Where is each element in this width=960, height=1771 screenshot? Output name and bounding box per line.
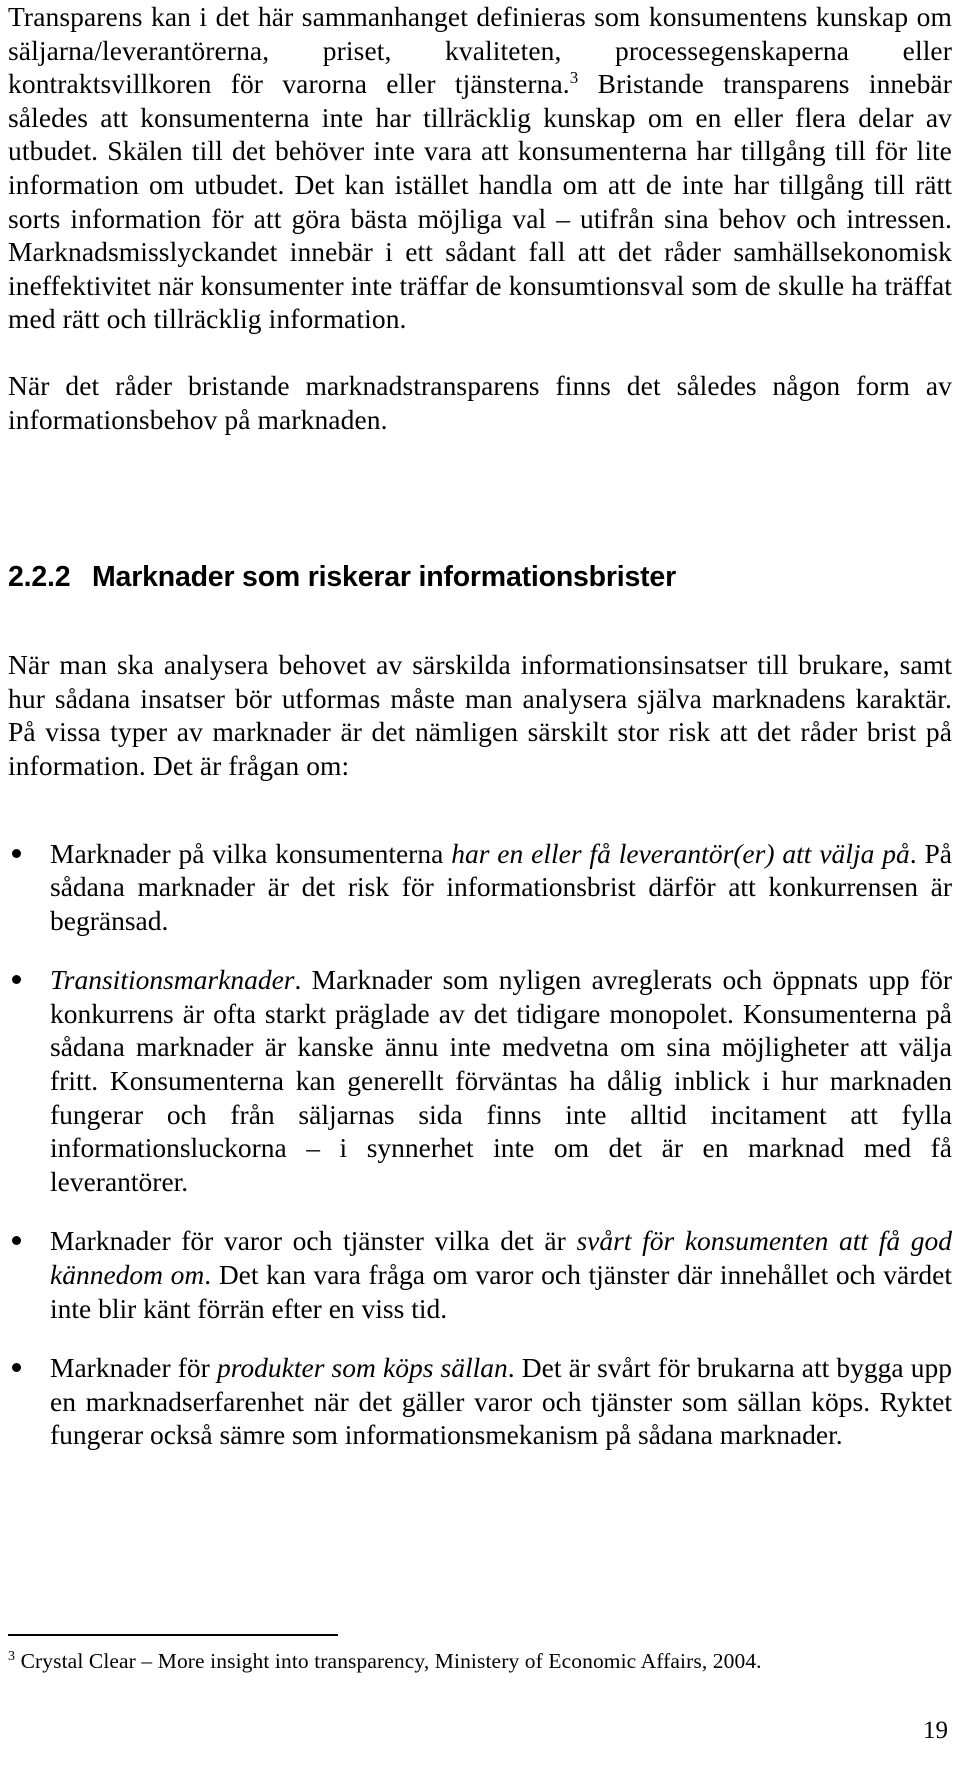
- bullet-dot-icon: [12, 848, 21, 858]
- paragraph-transparens: Transparens kan i det här sammanhanget d…: [8, 0, 952, 336]
- footnote-reference-marker[interactable]: 3: [570, 68, 579, 87]
- paragraph-informationsbehov: När det råder bristande marknadstranspar…: [8, 369, 952, 435]
- bullet-dot-icon: [12, 1363, 21, 1373]
- footnote-entry: 3 Crystal Clear – More insight into tran…: [8, 1648, 952, 1674]
- footnote-separator-rule: [8, 1634, 338, 1636]
- list-item: Transitionsmarknader. Marknader som nyli…: [8, 963, 952, 1198]
- section-title: Marknader som riskerar informationsbrist…: [92, 561, 676, 594]
- footnote-area: 3 Crystal Clear – More insight into tran…: [8, 1634, 952, 1674]
- list-spacer-above: [8, 783, 952, 837]
- list-item-lead-plain: Marknader för varor och tjänster vilka d…: [50, 1225, 577, 1257]
- heading-spacer-above: [8, 436, 952, 506]
- list-item: Marknader för produkter som köps sällan.…: [8, 1351, 952, 1452]
- list-item-lead-italic: Transitionsmarknader: [50, 964, 295, 996]
- list-item-text: Marknader för produkter som köps sällan.…: [50, 1351, 952, 1452]
- list-item: Marknader på vilka konsumenterna har en …: [8, 837, 952, 938]
- footnote-number: 3: [8, 1648, 16, 1664]
- paragraph-marknadens-karaktar: När man ska analysera behovet av särskil…: [8, 649, 952, 781]
- list-item: Marknader för varor och tjänster vilka d…: [8, 1224, 952, 1325]
- bullet-dot-icon: [12, 1236, 21, 1246]
- heading-spacer-below: [8, 594, 952, 648]
- list-item-lead-plain: Marknader på vilka konsumenterna: [50, 837, 452, 869]
- list-item-text: Marknader på vilka konsumenterna har en …: [50, 837, 952, 938]
- heading-spacer-above-2: [8, 506, 952, 560]
- list-item-text: Marknader för varor och tjänster vilka d…: [50, 1224, 952, 1325]
- list-item-text: Transitionsmarknader. Marknader som nyli…: [50, 963, 952, 1198]
- list-item-lead-italic: produkter som köps sällan: [216, 1352, 508, 1384]
- bullet-dot-icon: [12, 975, 21, 985]
- page-number: 19: [923, 1717, 948, 1744]
- bullet-list: Marknader på vilka konsumenterna har en …: [8, 837, 952, 1453]
- paragraph-1-text-after-note: Bristande transparens innebär således at…: [8, 68, 952, 335]
- list-item-lead-italic: har en eller få leverantör(er) att välja…: [451, 837, 910, 869]
- document-page: Transparens kan i det här sammanhanget d…: [0, 0, 960, 1771]
- list-item-rest: . Marknader som nyligen avreglerats och …: [50, 964, 952, 1197]
- section-number: 2.2.2: [8, 561, 71, 594]
- list-item-lead-plain: Marknader för: [50, 1352, 217, 1384]
- page-body-column: Transparens kan i det här sammanhanget d…: [8, 0, 952, 1452]
- section-heading: 2.2.2 Marknader som riskerar informations…: [8, 560, 952, 594]
- footnote-citation-text: Crystal Clear – More insight into transp…: [20, 1649, 762, 1673]
